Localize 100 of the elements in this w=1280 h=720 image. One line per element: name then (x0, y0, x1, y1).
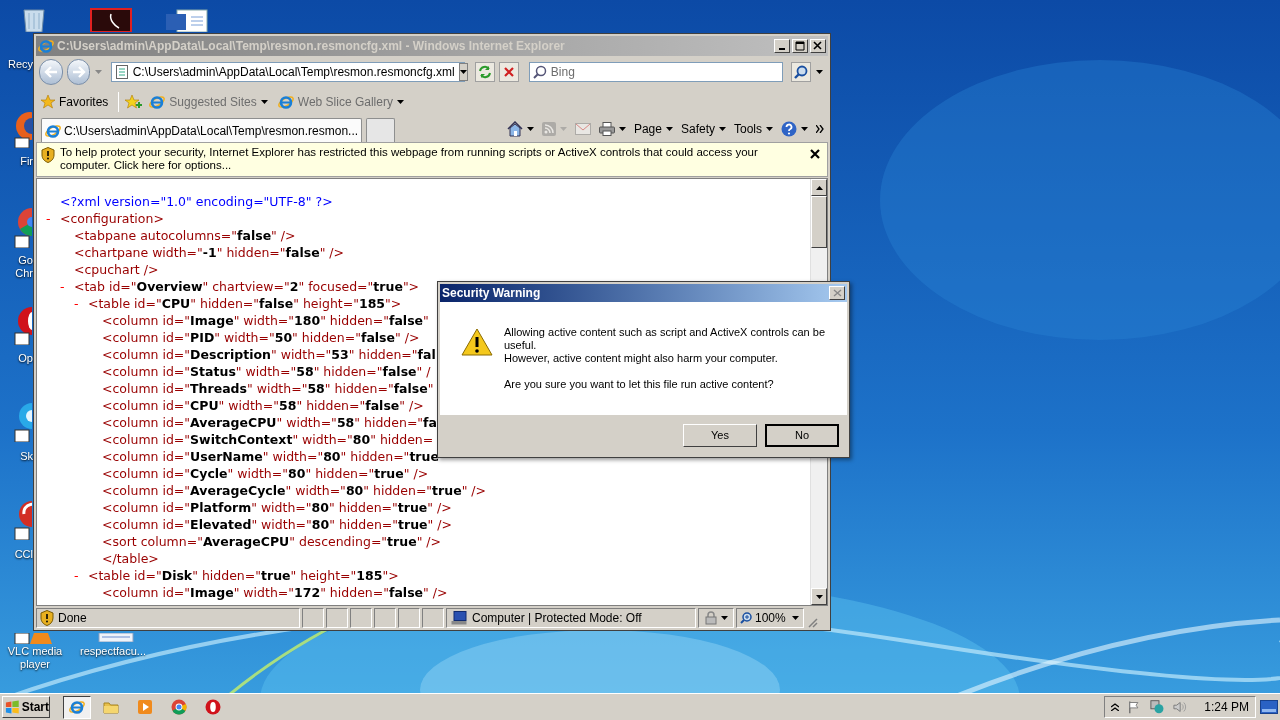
home-button[interactable] (506, 121, 534, 137)
xml-line: <column id="Image" width="180" hidden="false" (102, 312, 429, 329)
caret-icon (721, 616, 728, 620)
xml-line: <column id="Status" width="58" hidden="false" / (102, 363, 431, 380)
maximize-icon (795, 41, 805, 51)
dialog-question: Are you sure you want to let this file run active content? (504, 378, 775, 391)
browser-tab[interactable]: C:\Users\admin\AppData\Local\Temp\resmon.resmon... (41, 118, 363, 142)
volume-icon (1172, 700, 1188, 714)
house-icon (506, 121, 523, 137)
scroll-down-button[interactable] (811, 588, 827, 605)
caret-icon (816, 70, 823, 74)
dropdown-button[interactable] (458, 63, 468, 81)
dialog-title: Security Warning (442, 285, 541, 302)
xml-line: <column id="Cycle" width="80" hidden="true" /> (102, 465, 429, 482)
status-panel (302, 608, 324, 628)
envelope-icon (574, 123, 591, 135)
caret-icon (396, 100, 404, 104)
menu-button[interactable]: Tools (734, 120, 773, 138)
show-hidden-icons-button[interactable] (1111, 703, 1119, 711)
star-plus-icon (125, 94, 144, 110)
app-icon (171, 699, 187, 715)
shield-icon (41, 147, 55, 163)
show-desktop-icon[interactable] (1260, 700, 1278, 714)
folder-icon (103, 699, 119, 715)
desktop-icon-label[interactable]: CCl (0, 548, 33, 561)
play-icon (137, 699, 153, 715)
xml-line: <tab id="Overview" chartview="2" focused="true"> (74, 278, 420, 295)
app-icon (14, 402, 32, 442)
print-button[interactable] (598, 122, 626, 136)
back-button[interactable] (39, 59, 63, 85)
menu-button[interactable]: Page (633, 120, 673, 138)
xml-line: <column id="AverageCycle" width="80" hidden="true" /> (102, 482, 487, 499)
caret-icon (792, 616, 799, 620)
dialog-button[interactable]: Yes (683, 423, 757, 447)
browser-icon (45, 122, 61, 139)
xml-line: <column id="Elevated" width="80" hidden="true" /> (102, 516, 452, 533)
close-button[interactable] (809, 148, 821, 160)
start-button[interactable]: Start (2, 696, 50, 718)
new-tab-button[interactable] (366, 118, 396, 142)
collapse-toggle[interactable]: - (46, 211, 51, 226)
protected-mode-button[interactable] (698, 608, 734, 628)
maximize-button[interactable] (792, 39, 808, 53)
chevron-icon (816, 125, 824, 133)
app-icon (14, 500, 32, 540)
feed-icon (541, 122, 556, 136)
network-icon (1149, 699, 1164, 715)
caret-icon (459, 70, 467, 74)
forward-button[interactable] (66, 59, 91, 85)
search-icon (793, 65, 808, 79)
address-field[interactable]: C:\Users\admin\AppData\Local\Temp\resmon.resmoncfg.xml (110, 62, 465, 82)
xml-line: <column id="AverageCPU" width="58" hidden="fa (102, 414, 437, 431)
app-icon (14, 633, 54, 644)
desktop-icon-label[interactable]: Op (0, 352, 33, 365)
browser-icon (69, 699, 85, 715)
xml-line: <table id="Disk" hidden="true" height="185"> (88, 567, 399, 584)
zoom-button[interactable]: 100% (736, 608, 804, 628)
xml-line: <column id="Description" width="53" hidden="fal (102, 346, 436, 363)
zone-text: Computer | Protected Mode: Off (472, 610, 642, 627)
shield-icon (40, 610, 54, 626)
desktop-icon-label[interactable]: Recy (0, 58, 33, 71)
status-panel (422, 608, 444, 628)
collapse-toggle[interactable]: - (74, 568, 79, 583)
help-icon (781, 121, 797, 137)
xml-line: <configuration> (60, 210, 164, 227)
scroll-up-button[interactable] (811, 179, 827, 196)
help-button[interactable] (781, 121, 808, 137)
information-bar[interactable]: To help protect your security, Internet Explorer has restricted this webpage from running scripts or ActiveX controls that could access your computer. Click here for options... (36, 142, 828, 177)
xml-line: <column id="Platform" width="80" hidden="true" /> (102, 499, 452, 516)
desktop-icon-label[interactable]: Sk (0, 450, 33, 463)
dialog-button[interactable]: No (765, 423, 839, 447)
resize-grip-icon (806, 616, 818, 628)
taskbar-button[interactable] (63, 695, 91, 719)
browser-icon (149, 94, 166, 110)
caret-icon (665, 127, 673, 131)
stop-button[interactable] (498, 62, 519, 82)
desktop-icon-label[interactable]: Fir (0, 155, 33, 168)
more-button[interactable] (816, 125, 824, 133)
minimize-button[interactable] (774, 39, 790, 53)
caret-icon (559, 127, 567, 131)
close-icon (832, 289, 842, 297)
forward-arrow-icon (71, 66, 86, 78)
refresh-button[interactable] (474, 62, 495, 82)
document-icon (165, 9, 209, 32)
xml-line: <cpuchart /> (74, 261, 159, 278)
search-field[interactable]: Bing (528, 62, 783, 82)
menu-button[interactable]: Safety (680, 120, 726, 138)
collapse-toggle[interactable]: - (74, 296, 79, 311)
favorites-button[interactable]: Favorites (41, 93, 113, 111)
status-panel (398, 608, 420, 628)
scroll-thumb[interactable] (811, 196, 827, 248)
xml-line: <column id="SwitchContext" width="80" hidden= (102, 431, 434, 448)
minimize-icon (779, 48, 785, 50)
collapse-toggle[interactable]: - (60, 279, 65, 294)
star-icon (41, 95, 55, 109)
search-button[interactable] (790, 62, 811, 82)
flag-icon (1128, 700, 1141, 714)
caret-icon (719, 127, 726, 131)
desktop-icon-label[interactable]: Go Chr (0, 254, 33, 280)
xml-line: </table> (102, 550, 159, 567)
xml-line: <table id="CPU" hidden="false" height="185"> (88, 295, 402, 312)
